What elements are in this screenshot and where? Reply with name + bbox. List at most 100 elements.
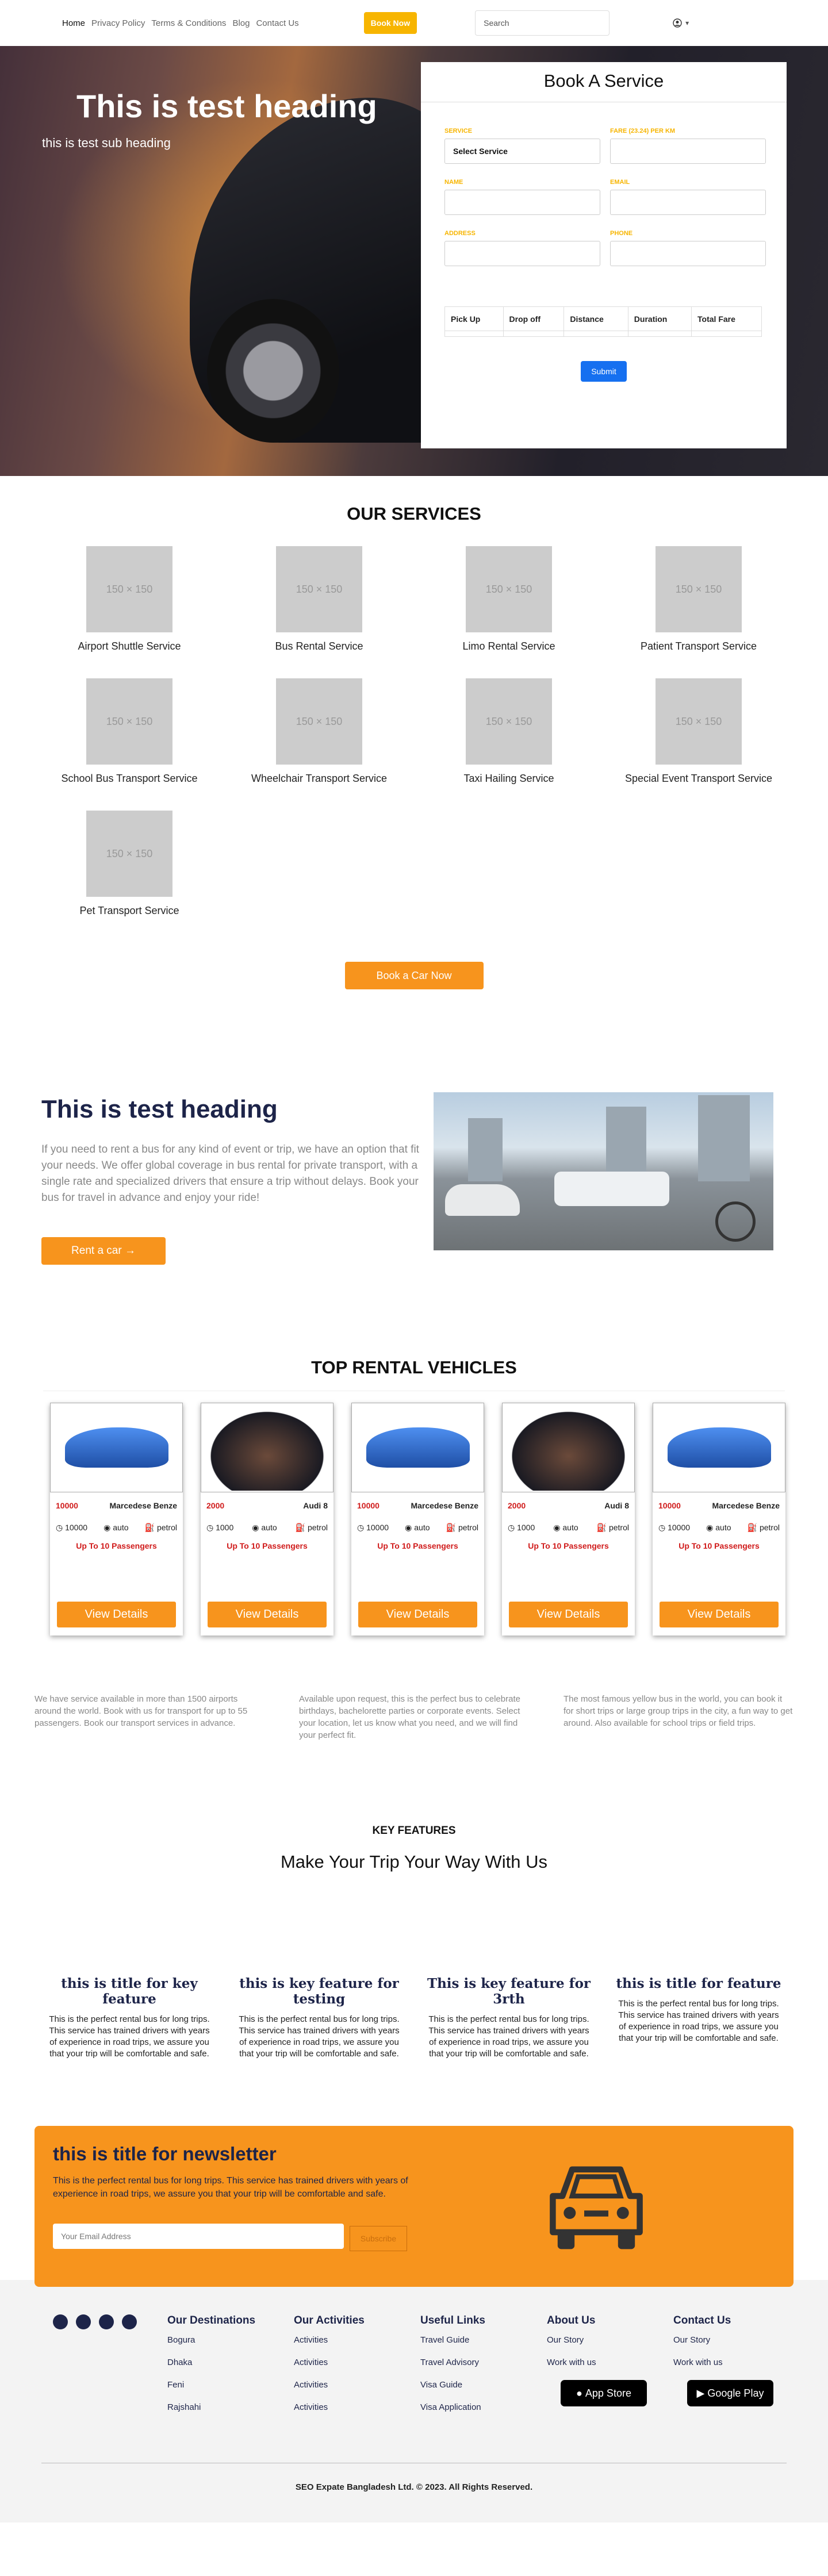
features-kicker: KEY FEATURES (372, 1825, 456, 1837)
passenger-capacity: Up To 10 Passengers (76, 1541, 157, 1550)
footer-link[interactable]: Our Story (547, 2335, 647, 2345)
footer-link[interactable]: Activities (294, 2358, 365, 2367)
footer-link[interactable]: Visa Application (420, 2402, 485, 2412)
speedometer-icon: ◷ (508, 1523, 518, 1532)
hero-heading: This is test heading (76, 88, 377, 124)
vehicle-name: Marcedese Benze (712, 1501, 780, 1510)
footer-link[interactable]: Travel Advisory (420, 2358, 485, 2367)
fuel-icon: ⛽ (295, 1523, 308, 1532)
vehicle-image (653, 1403, 785, 1492)
fuel-value: petrol (458, 1523, 478, 1532)
submit-button[interactable]: Submit (581, 361, 627, 382)
vehicle-price: 2000 (508, 1501, 526, 1510)
footer-heading: Our Destinations (167, 2314, 256, 2327)
footer-link[interactable]: Activities (294, 2402, 365, 2412)
service-item[interactable]: 150 × 150 Limo Rental Service (414, 546, 604, 652)
feature-title: this is title for key feature (61, 1976, 198, 2007)
speedometer-icon: ◷ (56, 1523, 66, 1532)
youtube-icon[interactable] (99, 2314, 114, 2329)
nav-link-terms[interactable]: Terms & Conditions (151, 18, 226, 28)
footer-link[interactable]: Work with us (547, 2358, 647, 2367)
footer-link[interactable]: Visa Guide (420, 2380, 485, 2390)
fare-input[interactable] (610, 139, 766, 164)
google-play-badge[interactable]: ▶ Google Play (687, 2380, 773, 2406)
subscribe-button[interactable]: Subscribe (350, 2226, 407, 2251)
feature-item: this is title for key feature This is the… (34, 1976, 224, 2060)
view-details-button[interactable]: View Details (660, 1602, 779, 1627)
service-item[interactable]: 150 × 150 Wheelchair Transport Service (224, 678, 414, 785)
service-label: Patient Transport Service (640, 640, 757, 652)
building-shape (698, 1095, 750, 1181)
fare-field: FARE (23.24) PER KM (610, 128, 766, 164)
service-item[interactable]: 150 × 150 Airport Shuttle Service (34, 546, 224, 652)
fare-table: Pick Up Drop off Distance Duration Total… (444, 306, 762, 337)
transmission-value: auto (562, 1523, 578, 1532)
blue-car-image (667, 1427, 771, 1468)
rent-car-button[interactable]: Rent a car → (41, 1237, 166, 1265)
footer-link[interactable]: Activities (294, 2380, 365, 2390)
transmission-spec: ◉ auto (405, 1523, 430, 1533)
hero-wheel-image (207, 299, 339, 443)
app-store-badge[interactable]: ● App Store (561, 2380, 647, 2406)
email-input[interactable] (610, 190, 766, 215)
footer-useful-links: Useful Links Travel Guide Travel Advisor… (420, 2314, 485, 2425)
newsletter-email-input[interactable]: Your Email Address (53, 2224, 344, 2249)
twitter-icon[interactable] (76, 2314, 91, 2329)
fuel-icon: ⛽ (446, 1523, 458, 1532)
service-image-placeholder: 150 × 150 (656, 546, 742, 632)
vehicle-specs: ◷ 1000 ◉ auto ⛽ petrol (502, 1510, 635, 1533)
footer-link[interactable]: Bogura (167, 2335, 255, 2345)
book-now-button[interactable]: Book Now (363, 12, 417, 34)
table-cell (444, 331, 504, 337)
vehicle-image (201, 1403, 334, 1492)
service-item[interactable]: 150 × 150 Bus Rental Service (224, 546, 414, 652)
nav-link-privacy[interactable]: Privacy Policy (91, 18, 145, 28)
fuel-spec: ⛽ petrol (296, 1523, 328, 1533)
footer-heading: Our Activities (294, 2314, 365, 2327)
service-item[interactable]: 150 × 150 Pet Transport Service (34, 811, 224, 917)
vehicle-name: Audi 8 (303, 1501, 328, 1510)
book-car-button[interactable]: Book a Car Now (344, 962, 484, 989)
features-title: Make Your Trip Your Way With Us (280, 1852, 548, 1872)
service-item[interactable]: 150 × 150 Taxi Hailing Service (414, 678, 604, 785)
footer-link[interactable]: Dhaka (167, 2358, 255, 2367)
about-section: This is test heading If you need to rent… (0, 989, 828, 1357)
passenger-capacity: Up To 10 Passengers (678, 1541, 760, 1550)
name-input[interactable] (444, 190, 600, 215)
view-details-button[interactable]: View Details (57, 1602, 176, 1627)
address-input[interactable] (444, 241, 600, 266)
service-item[interactable]: 150 × 150 School Bus Transport Service (34, 678, 224, 785)
booking-title: Book A Service (421, 62, 787, 102)
nav-link-home[interactable]: Home (62, 18, 85, 28)
speedometer-icon: ◷ (658, 1523, 668, 1532)
facebook-icon[interactable] (53, 2314, 68, 2329)
search-input[interactable]: Search (475, 10, 610, 36)
footer-link[interactable]: Activities (294, 2335, 365, 2345)
view-details-button[interactable]: View Details (208, 1602, 327, 1627)
blue-car-image (366, 1427, 470, 1468)
nav-link-contact[interactable]: Contact Us (256, 18, 298, 28)
service-item[interactable]: 150 × 150 Special Event Transport Service (604, 678, 793, 785)
feature-text: This is the perfect rental bus for long … (239, 2014, 400, 2059)
address-field: ADDRESS (444, 230, 600, 266)
user-menu[interactable]: ▾ (673, 18, 689, 28)
footer-link[interactable]: Rajshahi (167, 2402, 255, 2412)
footer-link[interactable]: Travel Guide (420, 2335, 485, 2345)
footer-link[interactable]: Feni (167, 2380, 255, 2390)
service-select[interactable]: Select Service (444, 139, 600, 164)
instagram-icon[interactable] (122, 2314, 137, 2329)
footer-heading: Contact Us (673, 2314, 731, 2327)
nav-link-blog[interactable]: Blog (232, 18, 250, 28)
newsletter-section: this is title for newsletter This is the… (34, 2126, 793, 2287)
services-grid: 150 × 150 Airport Shuttle Service 150 × 15… (34, 546, 793, 917)
footer-link[interactable]: Work with us (673, 2358, 773, 2367)
phone-input[interactable] (610, 241, 766, 266)
mileage-spec: ◷ 10000 (658, 1523, 690, 1533)
view-details-button[interactable]: View Details (509, 1602, 628, 1627)
features-grid: this is title for key feature This is the… (34, 1976, 793, 2060)
view-details-button[interactable]: View Details (358, 1602, 477, 1627)
footer-link[interactable]: Our Story (673, 2335, 773, 2345)
transmission-spec: ◉ auto (706, 1523, 731, 1533)
mileage-spec: ◷ 1000 (206, 1523, 233, 1533)
service-item[interactable]: 150 × 150 Patient Transport Service (604, 546, 793, 652)
